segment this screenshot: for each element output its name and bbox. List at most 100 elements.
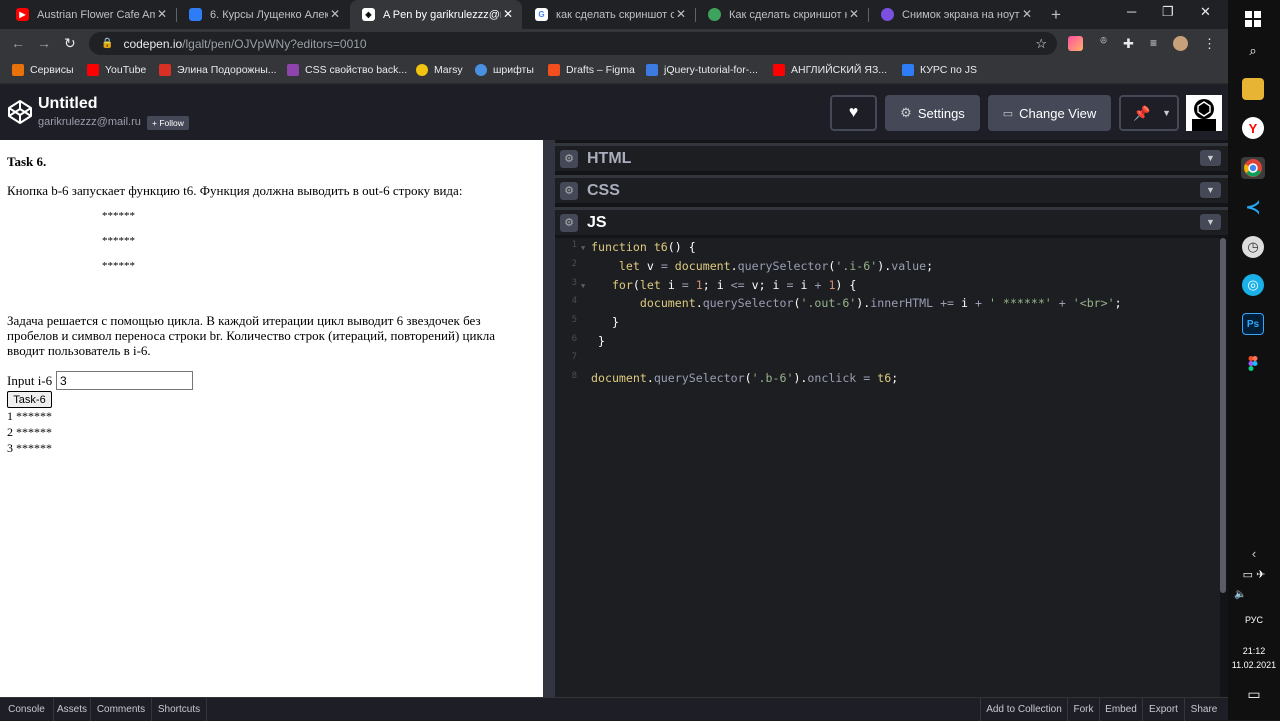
heart-icon: ♥: [848, 104, 859, 121]
embed-button[interactable]: Embed: [1100, 698, 1143, 721]
export-button[interactable]: Export: [1143, 698, 1185, 721]
clock-date[interactable]: 11.02.2021: [1228, 660, 1280, 670]
follow-button[interactable]: + Follow: [147, 116, 189, 130]
close-icon[interactable]: ✕: [503, 7, 513, 21]
settings-button[interactable]: ⚙ Settings: [885, 95, 980, 131]
pattern-line: ******: [102, 235, 135, 247]
resize-handle[interactable]: [543, 140, 555, 697]
chrome-icon[interactable]: [1241, 157, 1265, 179]
pin-button[interactable]: 📌 ▼: [1119, 95, 1179, 131]
heart-button[interactable]: ♥: [830, 95, 877, 131]
battery-icon[interactable]: ▭ ✈: [1228, 568, 1280, 581]
change-view-button[interactable]: ▭ Change View: [988, 95, 1111, 131]
folder-icon[interactable]: [1242, 78, 1264, 100]
extension-icon[interactable]: [1068, 36, 1083, 51]
address-bar[interactable]: 🔒 codepen.io/lgalt/pen/OJVpWNy?editors=0…: [89, 32, 1057, 55]
pen-author[interactable]: garikrulezzz@mail.ru: [38, 116, 141, 128]
tab-5[interactable]: Как сделать скриншот на ✕: [696, 0, 868, 29]
pen-title[interactable]: Untitled: [38, 95, 98, 113]
close-icon[interactable]: ✕: [330, 7, 340, 21]
back-icon[interactable]: ←: [11, 35, 25, 51]
chevron-down-icon[interactable]: ▼: [1200, 182, 1221, 198]
chevron-down-icon[interactable]: ▼: [1162, 108, 1171, 118]
close-icon[interactable]: ✕: [1022, 7, 1032, 21]
star-icon[interactable]: ☆: [1035, 36, 1047, 52]
comments-button[interactable]: Comments: [91, 698, 152, 721]
avatar[interactable]: [1173, 36, 1188, 51]
app-icon[interactable]: ◎: [1242, 274, 1264, 296]
tab-1[interactable]: ▶ Austrian Flower Cafe Ambi ✕: [4, 0, 176, 29]
notification-icon[interactable]: ▭: [1228, 686, 1280, 703]
editor-scrollbar[interactable]: [1220, 238, 1226, 593]
url-host: codepen.io: [123, 36, 183, 51]
tab-6[interactable]: Снимок экрана на ноутбу ✕: [869, 0, 1041, 29]
editors-pane: ⚙ HTML ▼ ⚙ CSS ▼ ⚙ JS ▼ 1 ▼ function t6() …: [555, 140, 1228, 697]
extension-icon[interactable]: ꔮ: [1096, 36, 1111, 51]
js-code-editor[interactable]: 1 ▼ function t6() { 2 let v = document.que…: [555, 238, 1220, 697]
change-view-label: Change View: [1019, 105, 1097, 121]
figma-icon[interactable]: [1242, 352, 1264, 374]
photoshop-icon[interactable]: Ps: [1242, 313, 1264, 335]
add-to-collection-button[interactable]: Add to Collection: [980, 698, 1068, 721]
html-editor-header[interactable]: ⚙ HTML ▼: [555, 143, 1228, 171]
bookmark-icon: [159, 64, 171, 76]
bookmark-item[interactable]: Marsy: [416, 64, 463, 76]
bookmark-item[interactable]: CSS свойство back...: [287, 64, 407, 76]
tab-4[interactable]: G как сделать скриншот с н ✕: [523, 0, 695, 29]
tab-3-active[interactable]: ◈ A Pen by garikrulezzz@ma ✕: [350, 0, 522, 29]
bookmark-item[interactable]: jQuery-tutorial-for-...: [646, 64, 758, 76]
clock-time[interactable]: 21:12: [1228, 646, 1280, 656]
reload-icon[interactable]: ↻: [64, 35, 76, 52]
close-window-button[interactable]: ✕: [1200, 4, 1211, 20]
language-indicator[interactable]: РУС: [1228, 615, 1280, 625]
chevron-down-icon[interactable]: ▼: [1200, 150, 1221, 166]
share-button[interactable]: Share: [1185, 698, 1223, 721]
close-icon[interactable]: ✕: [676, 7, 686, 21]
volume-icon[interactable]: 🔈: [1228, 589, 1280, 600]
yandex-icon[interactable]: Y: [1242, 117, 1264, 139]
i6-input[interactable]: [56, 371, 193, 390]
bookmark-item[interactable]: Элина Подорожны...: [159, 64, 277, 76]
new-tab-button[interactable]: +: [1051, 5, 1061, 25]
minimize-button[interactable]: ─: [1127, 4, 1136, 19]
maximize-button[interactable]: ❐: [1162, 4, 1174, 20]
bookmark-item[interactable]: шрифты: [475, 64, 534, 76]
lock-icon: 🔒: [101, 38, 114, 49]
bookmark-item[interactable]: YouTube: [87, 64, 146, 76]
pin-icon: 📌: [1133, 104, 1151, 121]
windows-taskbar: ⌕ Y ≺ ◷ ◎ Ps ‹ ▭ ✈ 🔈 РУС 21:12 11.02.202…: [1228, 0, 1280, 720]
tab-2[interactable]: 6. Курсы Лущенко Алекса ✕: [177, 0, 349, 29]
bookmark-item[interactable]: Drafts – Figma: [548, 64, 635, 76]
fork-button[interactable]: Fork: [1068, 698, 1100, 721]
tab-title: 6. Курсы Лущенко Алекса: [210, 8, 328, 21]
chevron-down-icon[interactable]: ▼: [1200, 214, 1221, 230]
close-icon[interactable]: ✕: [849, 7, 859, 21]
close-icon[interactable]: ✕: [157, 7, 167, 21]
bookmark-item[interactable]: Сервисы: [12, 64, 74, 76]
gear-icon[interactable]: ⚙: [560, 149, 578, 168]
shortcuts-button[interactable]: Shortcuts: [152, 698, 207, 721]
playlist-icon[interactable]: ≡: [1146, 36, 1161, 51]
windows-start-icon[interactable]: [1242, 8, 1264, 30]
task6-button[interactable]: Task-6: [7, 391, 52, 408]
puzzle-icon[interactable]: ✚: [1121, 36, 1136, 51]
bookmark-item[interactable]: КУРС по JS: [902, 64, 977, 76]
user-avatar[interactable]: [1186, 95, 1222, 131]
codepen-logo-icon[interactable]: [7, 99, 33, 125]
codepen-header: Untitled garikrulezzz@mail.ru + Follow ♥…: [0, 85, 1228, 140]
assets-button[interactable]: Assets: [54, 698, 91, 721]
chevron-left-icon[interactable]: ‹: [1228, 546, 1280, 561]
menu-icon[interactable]: ⋮: [1202, 36, 1217, 51]
output-line: 1 ******: [7, 409, 52, 423]
bookmarks-bar: Сервисы YouTube Элина Подорожны... CSS с…: [0, 58, 1228, 84]
gear-icon[interactable]: ⚙: [560, 181, 578, 200]
js-editor-header[interactable]: ⚙ JS ▼: [555, 207, 1228, 235]
vscode-icon[interactable]: ≺: [1242, 196, 1264, 218]
gear-icon[interactable]: ⚙: [560, 213, 578, 232]
css-editor-header[interactable]: ⚙ CSS ▼: [555, 175, 1228, 203]
forward-icon[interactable]: →: [37, 35, 51, 51]
bookmark-item[interactable]: АНГЛИЙСКИЙ ЯЗ...: [773, 64, 887, 76]
console-button[interactable]: Console: [0, 698, 54, 721]
clock-app-icon[interactable]: ◷: [1242, 236, 1264, 258]
search-icon[interactable]: ⌕: [1242, 40, 1264, 62]
